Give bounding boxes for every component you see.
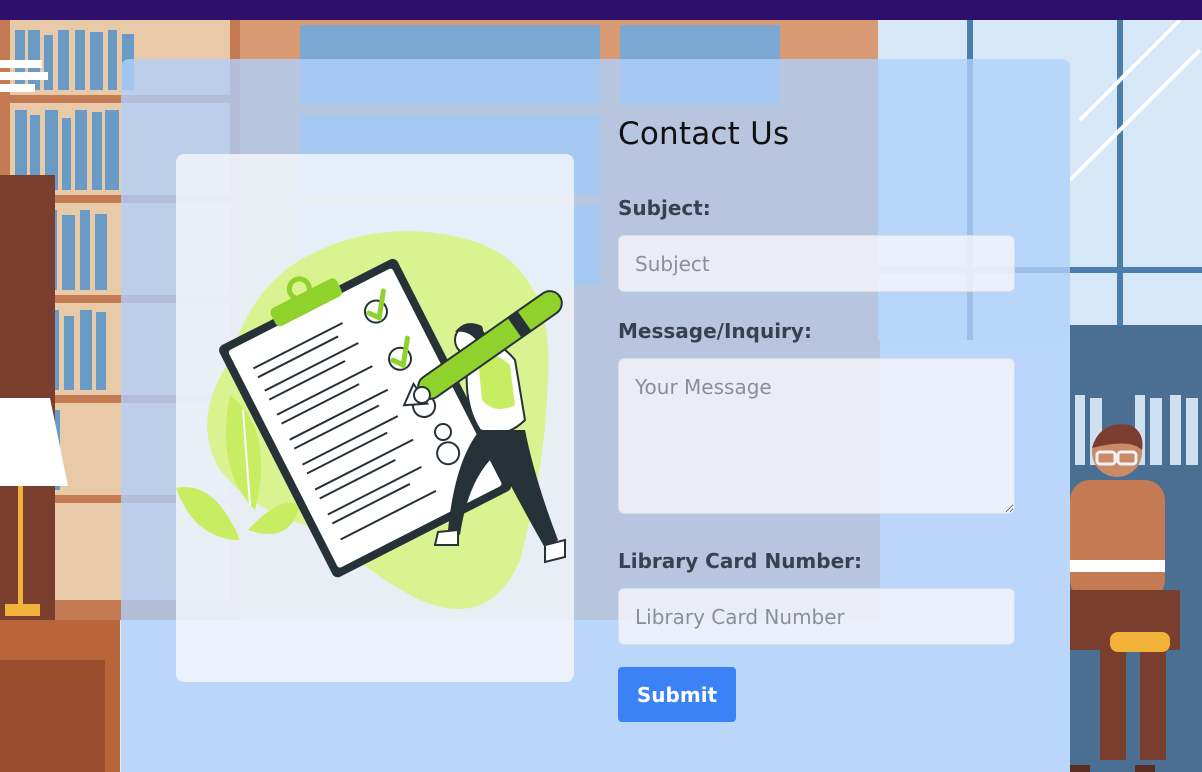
subject-input[interactable] xyxy=(618,235,1015,292)
submit-button[interactable]: Submit xyxy=(618,667,736,722)
top-bar xyxy=(0,0,1202,20)
message-label: Message/Inquiry: xyxy=(618,319,812,343)
checklist-illustration xyxy=(176,154,574,682)
message-textarea[interactable] xyxy=(618,358,1015,514)
library-card-input[interactable] xyxy=(618,588,1015,645)
subject-label: Subject: xyxy=(618,196,711,220)
page-title: Contact Us xyxy=(618,116,790,152)
library-card-label: Library Card Number: xyxy=(618,549,863,573)
